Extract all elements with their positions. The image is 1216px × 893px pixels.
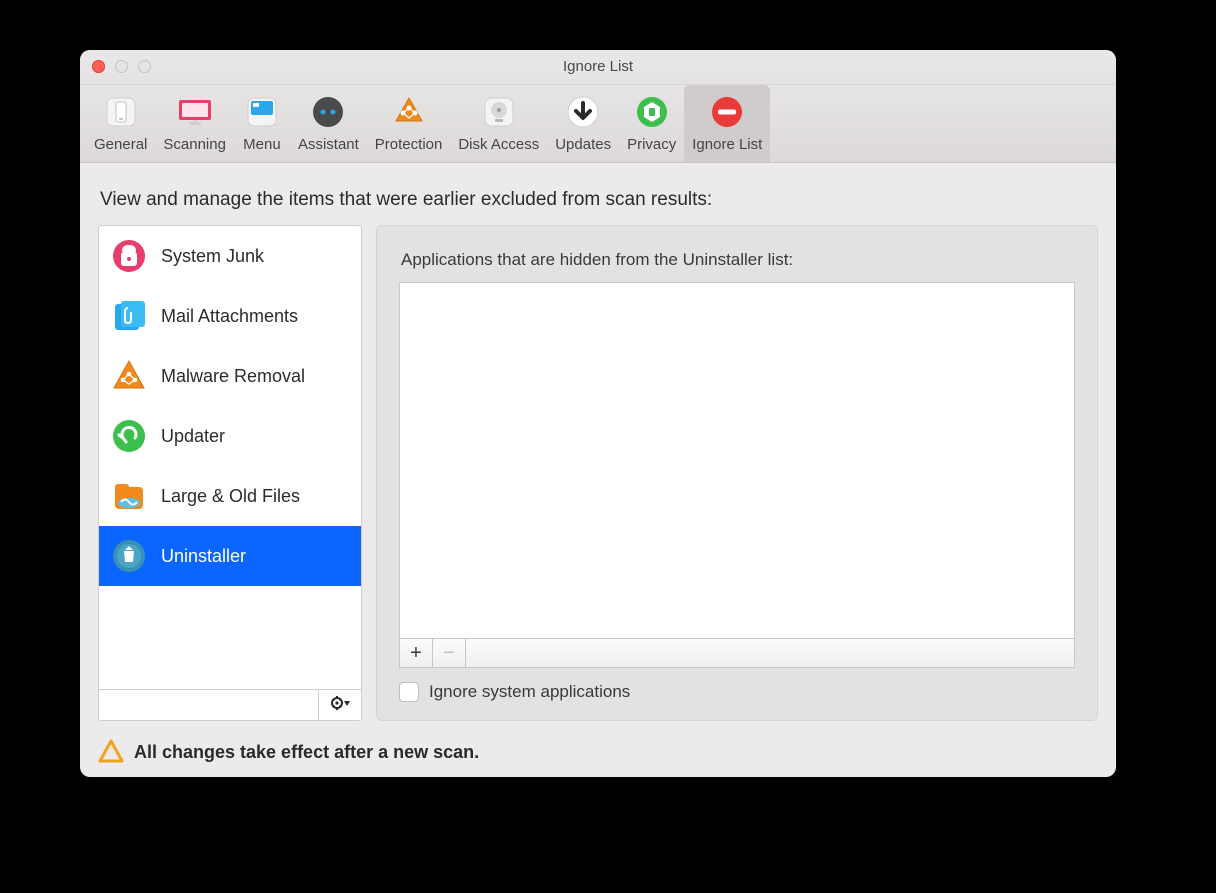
plus-icon: + — [410, 642, 422, 665]
tab-protection[interactable]: Protection — [367, 85, 451, 162]
sidebar-item-label: Uninstaller — [161, 546, 246, 567]
tab-general[interactable]: General — [86, 85, 155, 162]
remove-button[interactable]: − — [433, 639, 466, 667]
mail-attachments-icon — [111, 298, 147, 334]
minus-icon: − — [443, 642, 455, 665]
sidebar-item-system-junk[interactable]: System Junk — [99, 226, 361, 286]
preferences-toolbar: General Scanning Menu — [80, 85, 1116, 163]
sidebar-item-large-old-files[interactable]: Large & Old Files — [99, 466, 361, 526]
assistant-icon — [308, 92, 348, 132]
tab-assistant[interactable]: Assistant — [290, 85, 367, 162]
sidebar-footer-spacer — [99, 690, 318, 720]
sidebar-item-label: Malware Removal — [161, 366, 305, 387]
privacy-icon — [632, 92, 672, 132]
sidebar-item-updater[interactable]: Updater — [99, 406, 361, 466]
category-sidebar: System Junk Mail Attachments Malware Rem… — [98, 225, 362, 721]
updates-icon — [563, 92, 603, 132]
tab-label: Privacy — [627, 136, 676, 153]
columns: System Junk Mail Attachments Malware Rem… — [98, 225, 1098, 721]
sidebar-item-label: Large & Old Files — [161, 486, 300, 507]
tab-label: General — [94, 136, 147, 153]
malware-removal-icon — [111, 358, 147, 394]
sidebar-item-malware-removal[interactable]: Malware Removal — [99, 346, 361, 406]
tab-label: Menu — [243, 136, 281, 153]
large-old-files-icon — [111, 478, 147, 514]
body: View and manage the items that were earl… — [80, 163, 1116, 777]
list-toolbar: + − — [399, 639, 1075, 668]
tab-label: Protection — [375, 136, 443, 153]
sidebar-item-mail-attachments[interactable]: Mail Attachments — [99, 286, 361, 346]
panel-heading: Applications that are hidden from the Un… — [401, 250, 1073, 270]
tab-label: Updates — [555, 136, 611, 153]
titlebar: Ignore List — [80, 50, 1116, 85]
disk-access-icon — [479, 92, 519, 132]
protection-icon — [389, 92, 429, 132]
sidebar-item-label: System Junk — [161, 246, 264, 267]
tab-disk-access[interactable]: Disk Access — [450, 85, 547, 162]
add-button[interactable]: + — [400, 639, 433, 667]
tab-label: Scanning — [163, 136, 226, 153]
sidebar-item-label: Mail Attachments — [161, 306, 298, 327]
tab-privacy[interactable]: Privacy — [619, 85, 684, 162]
tab-scanning[interactable]: Scanning — [155, 85, 234, 162]
category-list: System Junk Mail Attachments Malware Rem… — [99, 226, 361, 689]
tab-label: Assistant — [298, 136, 359, 153]
detail-panel: Applications that are hidden from the Un… — [376, 225, 1098, 721]
menu-icon — [242, 92, 282, 132]
tab-label: Disk Access — [458, 136, 539, 153]
preferences-window: Ignore List General — [80, 50, 1116, 777]
sidebar-item-uninstaller[interactable]: Uninstaller — [99, 526, 361, 586]
sidebar-item-label: Updater — [161, 426, 225, 447]
tab-menu[interactable]: Menu — [234, 85, 290, 162]
page-heading: View and manage the items that were earl… — [100, 189, 1098, 211]
footer-notice: All changes take effect after a new scan… — [98, 739, 1098, 765]
ignore-system-apps-checkbox[interactable] — [399, 682, 419, 702]
tab-label: Ignore List — [692, 136, 762, 153]
ignore-system-apps-row[interactable]: Ignore system applications — [399, 682, 1075, 702]
updater-icon — [111, 418, 147, 454]
warning-icon — [98, 739, 124, 765]
sidebar-footer — [99, 689, 361, 720]
footer-text: All changes take effect after a new scan… — [134, 742, 479, 763]
uninstaller-icon — [111, 538, 147, 574]
general-icon — [101, 92, 141, 132]
scanning-icon — [175, 92, 215, 132]
ignored-apps-list[interactable] — [399, 282, 1075, 639]
checkbox-label: Ignore system applications — [429, 682, 630, 702]
window-title: Ignore List — [80, 50, 1116, 84]
sidebar-actions-menu[interactable] — [318, 690, 361, 720]
tab-updates[interactable]: Updates — [547, 85, 619, 162]
gear-icon — [329, 695, 351, 716]
ignore-list-icon — [707, 92, 747, 132]
tab-ignore-list[interactable]: Ignore List — [684, 85, 770, 162]
system-junk-icon — [111, 238, 147, 274]
